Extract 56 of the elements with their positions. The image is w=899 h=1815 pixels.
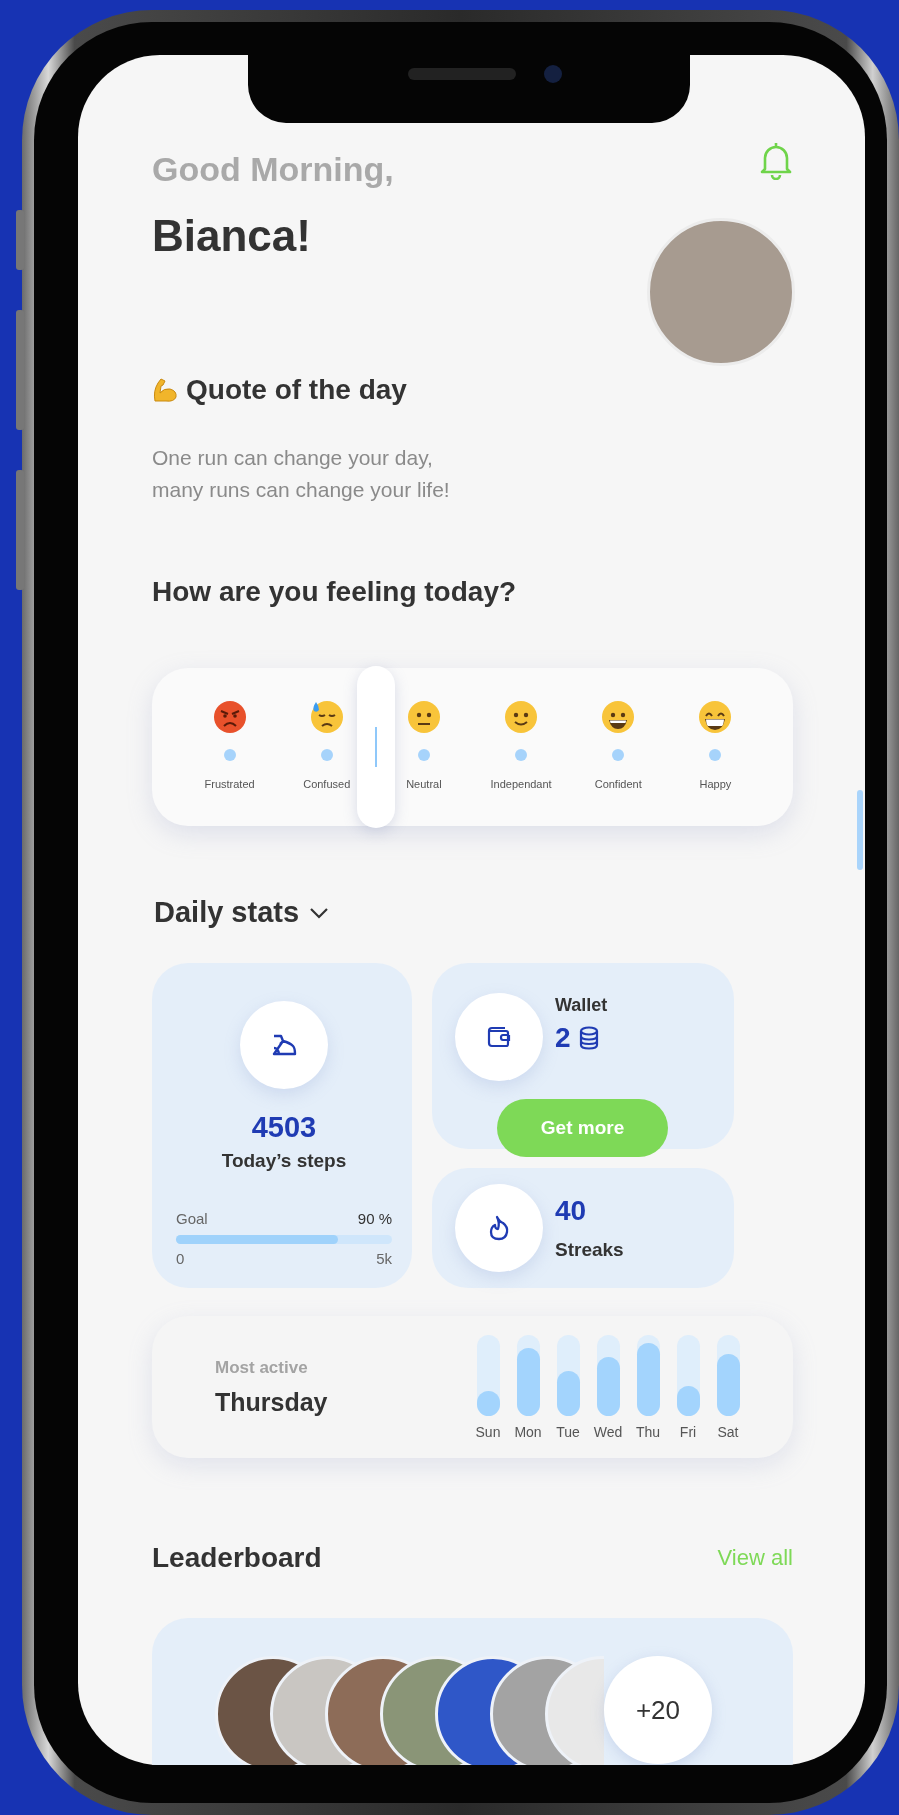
wallet-icon [486, 1026, 512, 1048]
section-title: Quote of the day [186, 374, 407, 406]
day-label: Thu [635, 1423, 661, 1440]
mood-label: Happy [699, 778, 732, 790]
section-title: Daily stats [154, 896, 300, 929]
day-label: Sun [475, 1423, 501, 1440]
steps-label: Today’s steps [221, 1150, 347, 1172]
flame-icon [488, 1215, 510, 1241]
streaks-label: Streaks [555, 1239, 624, 1261]
caption-text: Most active [215, 1357, 309, 1378]
wallet-label: Wallet [555, 995, 608, 1016]
angry-face-icon [211, 699, 248, 735]
get-more-button[interactable]: Get more [497, 1099, 668, 1157]
sweating-face-icon [308, 699, 345, 735]
more-members-badge[interactable]: +20 [604, 1656, 712, 1764]
mood-dot[interactable] [417, 749, 430, 761]
mood-label: Confused [303, 778, 351, 790]
grinning-face-icon [600, 699, 637, 735]
mood-label: Independant [490, 778, 552, 790]
day-label: Wed [593, 1423, 623, 1440]
mood-label: Frustrated [204, 778, 255, 790]
day-label: Tue [556, 1423, 580, 1440]
range-min: 0 [176, 1250, 185, 1267]
mood-dot[interactable] [515, 749, 528, 761]
chevron-down-icon[interactable] [309, 906, 330, 919]
coins-icon [578, 1026, 599, 1050]
section-title: How are you feeling today? [152, 576, 518, 608]
coin-amount: 2 [555, 1022, 571, 1054]
section-title: Leaderboard [152, 1542, 322, 1574]
view-all-link[interactable]: View all [717, 1545, 793, 1571]
greeting-text: Good Morning, [152, 150, 394, 189]
mood-dot[interactable] [320, 749, 333, 761]
mood-label: Neutral [406, 778, 442, 790]
shoe-icon [271, 1034, 297, 1056]
range-max: 5k [376, 1250, 392, 1267]
mood-dot[interactable] [709, 749, 722, 761]
streak-count: 40 [555, 1195, 588, 1227]
mood-dot[interactable] [612, 749, 625, 761]
most-active-day: Thursday [215, 1387, 328, 1417]
goal-percent: 90 % [357, 1210, 392, 1227]
mood-dot[interactable] [223, 749, 236, 761]
day-label: Sat [717, 1423, 739, 1440]
mood-label: Confident [594, 778, 642, 790]
day-label: Mon [514, 1423, 542, 1440]
slider-thumb[interactable] [357, 666, 396, 828]
day-label: Fri [679, 1423, 697, 1440]
smiling-face-icon [503, 699, 540, 735]
notification-bell-icon[interactable] [759, 140, 793, 180]
quote-text: One run can change your day, many runs can change your life! [152, 445, 451, 503]
neutral-face-icon [405, 699, 442, 735]
user-name: Bianca! [152, 211, 312, 261]
beaming-face-icon [697, 699, 734, 735]
front-camera [544, 65, 562, 83]
step-count: 4503 [251, 1111, 317, 1144]
flexed-arm-icon [152, 377, 178, 403]
goal-label: Goal [176, 1210, 208, 1227]
